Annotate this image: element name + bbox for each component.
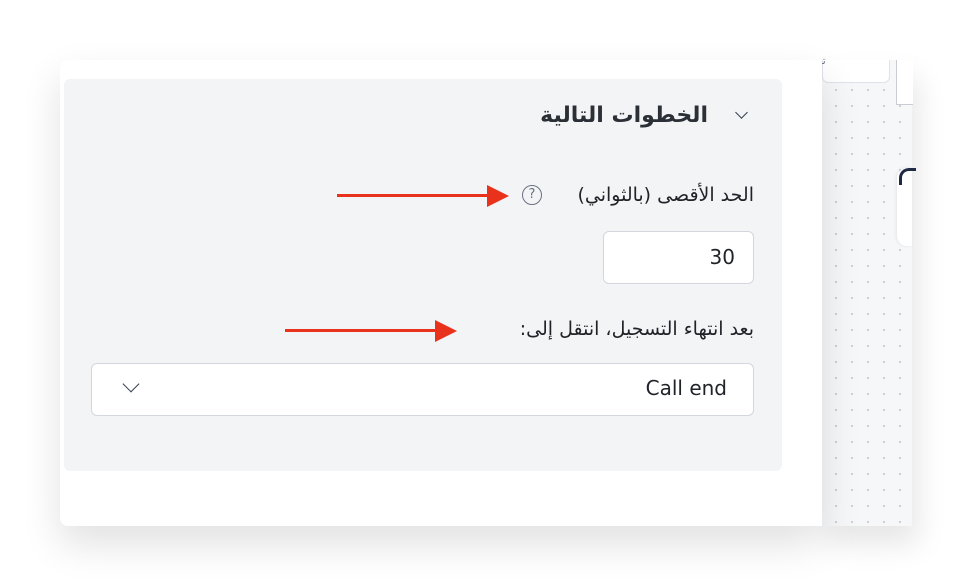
annotation-arrow-head (487, 185, 509, 207)
annotation-arrow-shaft (337, 194, 489, 197)
annotation-arrow-head (435, 320, 457, 342)
after-recording-select[interactable]: Call end (91, 363, 754, 416)
section-title[interactable]: الخطوات التالية (540, 103, 708, 128)
after-recording-label: بعد انتهاء التسجيل، انتقل إلى: (519, 318, 754, 340)
annotation-arrow-shaft (285, 329, 437, 332)
workflow-canvas[interactable] (822, 60, 912, 526)
screenshot-stage: تـ الخطوات التالية الحد الأقصى (بالثواني… (0, 0, 972, 586)
max-duration-label: الحد الأقصى (بالثواني) (577, 184, 754, 206)
canvas-node-icon (899, 168, 916, 185)
chevron-down-icon (122, 375, 140, 393)
help-icon[interactable]: ? (522, 185, 542, 205)
canvas-node-card[interactable] (822, 60, 890, 83)
select-value: Call end (645, 376, 727, 400)
max-duration-input[interactable]: 30 (603, 231, 754, 284)
canvas-node-card-secondary[interactable] (896, 60, 913, 105)
